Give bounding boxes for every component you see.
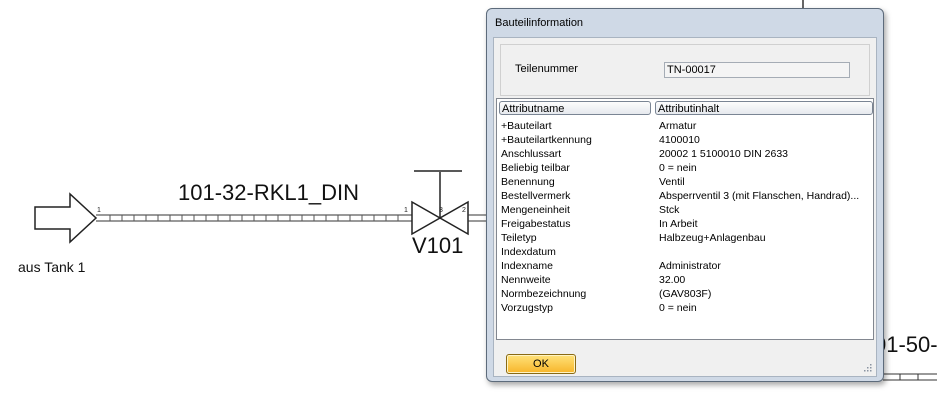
attribute-value: (GAV803F) [659,288,712,300]
attribute-name: Anschlussart [501,148,562,160]
part-number-group: Teilenummer [500,44,870,96]
pin-label: 2 [462,207,466,214]
list-item[interactable]: Normbezeichnung (GAV803F) [497,287,873,301]
ok-button[interactable]: OK [506,354,576,374]
part-number-label: Teilenummer [515,63,578,75]
tank-connector-arrow [34,192,98,244]
list-item[interactable]: Teiletyp Halbzeug+Anlagenbau [497,231,873,245]
pin-label: 3 [439,207,443,214]
column-header-attribute-value[interactable]: Attributinhalt [655,101,873,115]
list-item[interactable]: Indexname Administrator [497,259,873,273]
attribute-name: Freigabestatus [501,218,571,230]
attribute-value: 20002 1 5100010 DIN 2633 [659,148,789,160]
column-header-attribute-name[interactable]: Attributname [499,101,651,115]
list-item[interactable]: Vorzugstyp 0 = nein [497,301,873,315]
valve-symbol [411,170,469,236]
pipe-hatching [109,215,399,221]
attribute-name: +Bauteilartkennung [501,134,592,146]
pin-label: 1 [97,207,101,214]
pin-label: 1 [404,207,408,214]
pipe-line-label: 101-32-RKL1_DIN [178,180,359,205]
attribute-value: 4100010 [659,134,700,146]
part-info-dialog: Bauteilinformation Teilenummer Attributn… [486,8,884,382]
list-item[interactable]: Nennweite 32.00 [497,273,873,287]
attribute-name: Benennung [501,176,555,188]
list-item[interactable]: Beliebig teilbar 0 = nein [497,161,873,175]
attribute-name: Vorzugstyp [501,302,553,314]
list-item[interactable]: +Bauteilartkennung 4100010 [497,133,873,147]
list-item[interactable]: Indexdatum [497,245,873,259]
list-item[interactable]: Mengeneinheit Stck [497,203,873,217]
dialog-body: Teilenummer Attributname Attributinhalt … [493,37,877,377]
attribute-value: 0 = nein [659,302,697,314]
attribute-value: 0 = nein [659,162,697,174]
list-item[interactable]: Bestellvermerk Absperrventil 3 (mit Flans… [497,189,873,203]
attribute-name: +Bauteilart [501,120,552,132]
attribute-rows: +Bauteilart Armatur +Bauteilartkennung 4100… [497,119,873,315]
list-item[interactable]: Benennung Ventil [497,175,873,189]
tank-label: aus Tank 1 [18,259,86,275]
list-item[interactable]: Anschlussart 20002 1 5100010 DIN 2633 [497,147,873,161]
valve-label: V101 [412,233,464,258]
attribute-name: Bestellvermerk [501,190,571,202]
attribute-value: Absperrventil 3 (mit Flanschen, Handrad)… [659,190,860,202]
attribute-list[interactable]: Attributname Attributinhalt +Bauteilart A… [496,98,874,340]
attribute-name: Beliebig teilbar [501,162,570,174]
attribute-value: Armatur [659,120,697,132]
attribute-name: Mengeneinheit [501,204,570,216]
list-item[interactable]: Freigabestatus In Arbeit [497,217,873,231]
list-item[interactable]: +Bauteilart Armatur [497,119,873,133]
attribute-name: Teiletyp [501,232,537,244]
resize-grip-icon[interactable] [862,362,872,372]
attribute-value: Halbzeug+Anlagenbau [659,232,766,244]
attribute-name: Indexdatum [501,246,556,258]
attribute-value: In Arbeit [659,218,698,230]
part-number-field[interactable] [664,62,850,78]
attribute-value: 32.00 [659,274,686,286]
attribute-name: Indexname [501,260,553,272]
attribute-name: Normbezeichnung [501,288,587,300]
attribute-value: Ventil [659,176,685,188]
attribute-name: Nennweite [501,274,551,286]
dialog-title: Bauteilinformation [495,17,584,29]
attribute-value: Stck [659,204,680,216]
attribute-value: Administrator [659,260,721,272]
